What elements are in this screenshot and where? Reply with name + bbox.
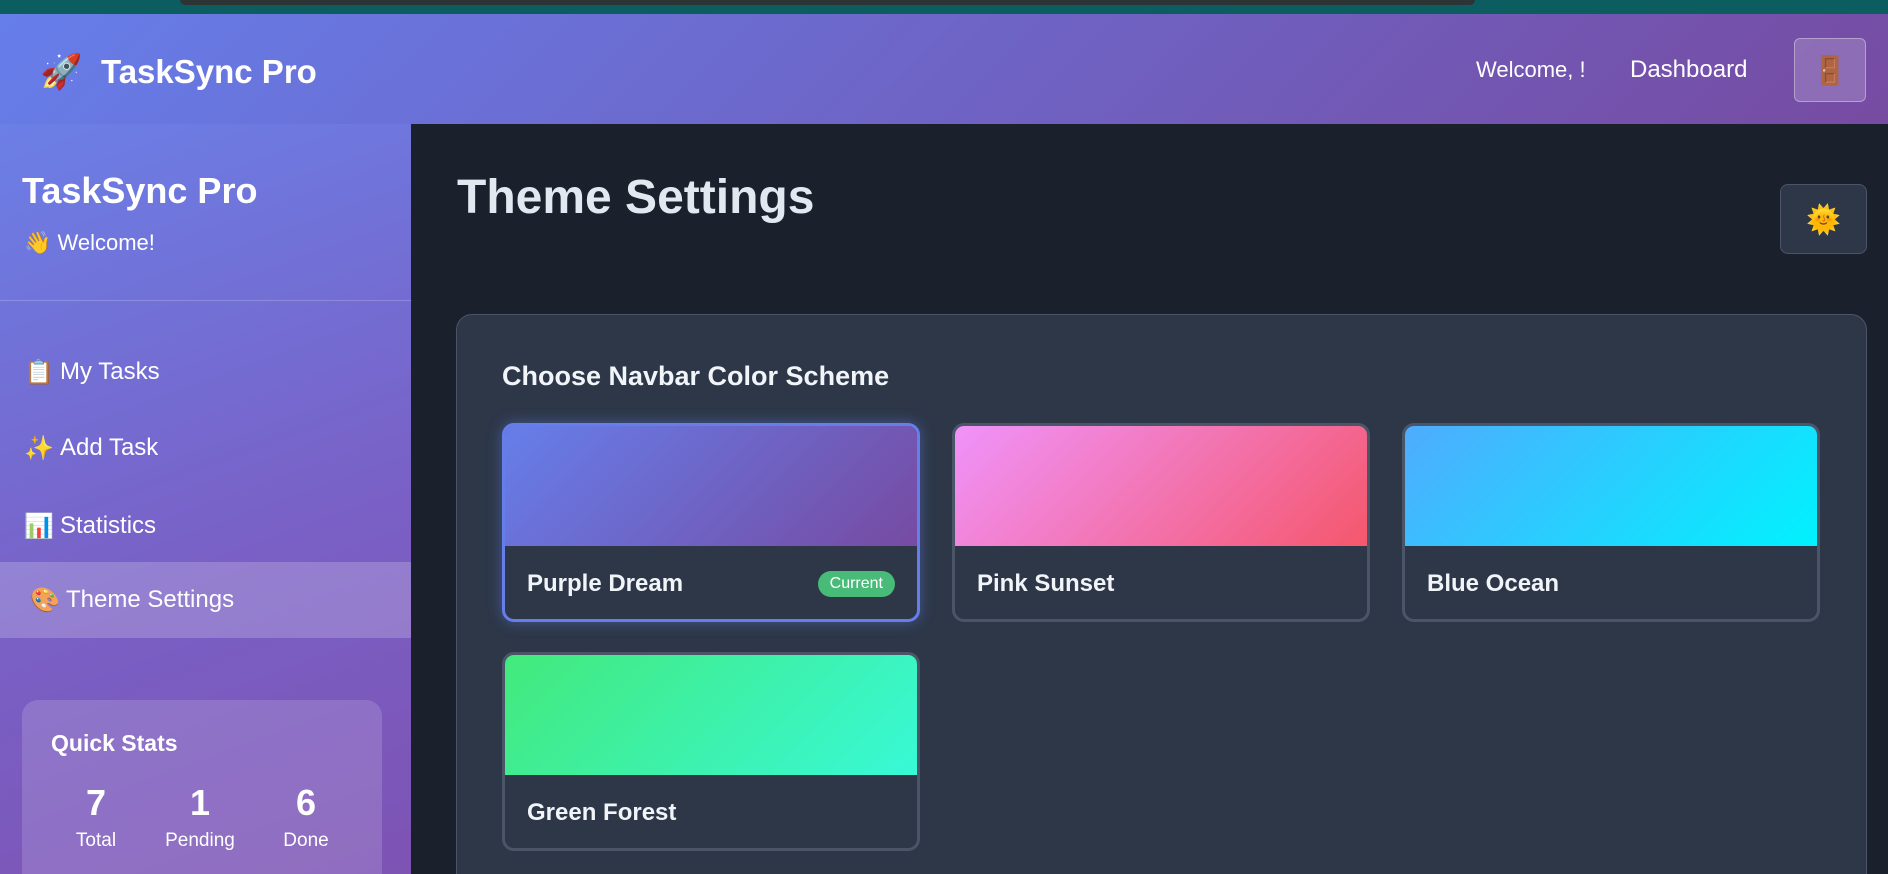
sun-icon: 🌞 [1806,203,1841,235]
browser-tab-bar [180,0,1475,5]
sidebar-item-my-tasks[interactable]: 📋 My Tasks [0,334,411,410]
stat-label: Done [283,830,329,851]
scheme-swatch [505,655,917,775]
sidebar-title: TaskSync Pro [22,170,258,211]
scheme-option-green-forest[interactable]: Green Forest [502,652,920,851]
nav-dashboard-link[interactable]: Dashboard [1630,56,1747,84]
sidebar-item-theme-settings[interactable]: 🎨 Theme Settings [0,562,411,638]
scheme-option-pink-sunset[interactable]: Pink Sunset [952,423,1370,622]
nav-welcome-text: Welcome, ! [1476,57,1586,82]
page-title: Theme Settings [457,171,815,224]
scheme-option-blue-ocean[interactable]: Blue Ocean [1402,423,1820,622]
color-scheme-card: Choose Navbar Color Scheme Purple Dream … [456,314,1867,874]
scheme-name: Purple Dream [527,570,684,597]
browser-strip [0,0,1888,14]
scheme-footer: Blue Ocean [1405,546,1817,619]
scheme-swatch [505,426,917,546]
theme-toggle-button[interactable]: 🌞 [1780,184,1867,254]
brand[interactable]: 🚀 TaskSync Pro [40,52,317,92]
stat-value: 1 [189,782,211,823]
door-icon: 🚪 [1812,54,1848,86]
current-badge: Current [817,571,895,597]
stat-total: 7 Total [51,782,141,852]
scheme-name: Blue Ocean [1427,570,1560,597]
sidebar-item-label: Add Task [60,434,159,461]
rocket-icon: 🚀 [40,53,83,91]
stat-pending: 1 Pending [155,782,245,852]
chart-icon: 📊 [24,512,54,540]
navbar: 🚀 TaskSync Pro Welcome, ! Dashboard 🚪 [0,14,1888,124]
scheme-swatch [955,426,1367,546]
scheme-name: Pink Sunset [977,570,1115,597]
quick-stats-panel: Quick Stats 7 Total 1 Pending 6 Done [22,700,382,874]
sidebar-item-statistics[interactable]: 📊 Statistics [0,488,411,564]
scheme-swatch [1405,426,1817,546]
sparkle-icon: ✨ [24,434,54,462]
brand-text: TaskSync Pro [101,53,317,90]
sidebar-item-add-task[interactable]: ✨ Add Task [0,410,411,486]
sidebar-item-label: Theme Settings [66,586,235,613]
quick-stats-title: Quick Stats [51,730,178,756]
scheme-option-purple-dream[interactable]: Purple Dream Current [502,423,920,622]
stat-done: 6 Done [261,782,351,852]
scheme-footer: Green Forest [505,775,917,848]
stat-value: 7 [85,782,107,823]
stat-value: 6 [295,782,317,823]
sidebar-divider [0,300,411,301]
logout-button[interactable]: 🚪 [1794,38,1866,102]
palette-icon: 🎨 [30,586,60,614]
stat-label: Total [75,830,117,851]
main-content: Theme Settings 🌞 Choose Navbar Color Sch… [411,124,1888,874]
stat-label: Pending [165,830,235,851]
clipboard-icon: 📋 [24,358,54,386]
sidebar: TaskSync Pro 👋 Welcome! 📋 My Tasks ✨ Add… [0,124,411,874]
sidebar-item-label: My Tasks [60,358,160,385]
scheme-footer: Purple Dream Current [505,546,917,619]
card-title: Choose Navbar Color Scheme [502,361,890,391]
scheme-name: Green Forest [527,799,677,826]
sidebar-item-label: Statistics [60,512,157,539]
sidebar-welcome: 👋 Welcome! [24,230,155,255]
scheme-footer: Pink Sunset [955,546,1367,619]
